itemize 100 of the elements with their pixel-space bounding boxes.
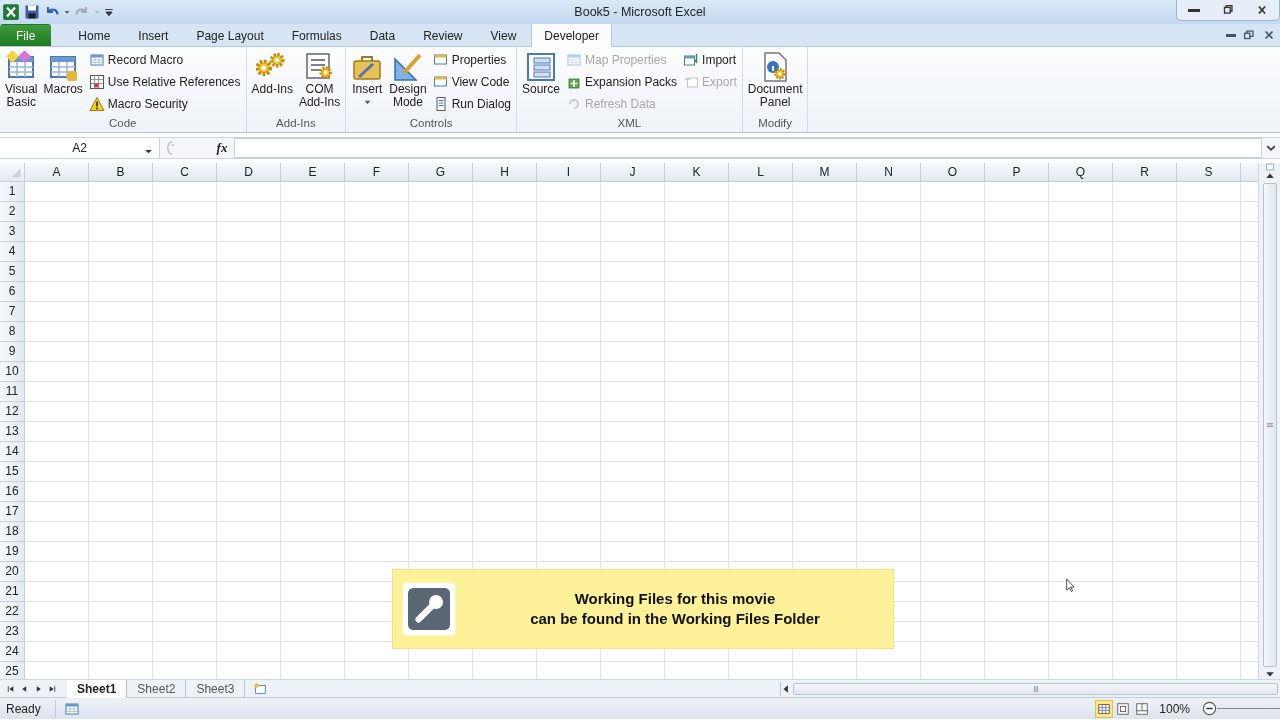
ribbon-button[interactable]: Use Relative References (86, 71, 243, 93)
column-header[interactable]: F (345, 163, 409, 181)
column-header[interactable]: C (153, 163, 217, 181)
column-header[interactable]: N (857, 163, 921, 181)
formula-input[interactable] (234, 138, 1262, 158)
window-icon (432, 52, 449, 68)
zoom-level[interactable]: 100% (1159, 699, 1190, 718)
ribbon-tab[interactable]: Review (410, 24, 476, 46)
column-header[interactable]: P (985, 163, 1049, 181)
row-header[interactable]: 1 (0, 182, 24, 202)
column-header[interactable]: L (729, 163, 793, 181)
row-header[interactable]: 13 (0, 422, 24, 442)
group-label: Code (108, 116, 138, 131)
ribbon-tab[interactable]: Home (65, 24, 124, 46)
ribbon-button[interactable]: Source (520, 49, 563, 116)
list-icon (525, 51, 557, 83)
row-header[interactable]: 19 (0, 542, 24, 562)
row-header[interactable]: 16 (0, 482, 24, 502)
row-header[interactable]: 12 (0, 402, 24, 422)
insert-function-button[interactable]: fx (210, 138, 234, 158)
row-header[interactable]: 15 (0, 462, 24, 482)
ribbon-tab[interactable]: View (477, 24, 530, 46)
spreadsheet-logo-icon (2, 3, 20, 21)
ribbon-button[interactable]: Properties (430, 49, 513, 71)
row-header[interactable]: 24 (0, 642, 24, 662)
expand-icon[interactable] (1266, 143, 1276, 153)
row-header[interactable]: 21 (0, 582, 24, 602)
row-header[interactable]: 10 (0, 362, 24, 382)
ribbon-button[interactable]: View Code (430, 71, 513, 93)
column-header[interactable]: Q (1049, 163, 1113, 181)
zoom-out-icon[interactable] (1202, 701, 1217, 716)
ribbon-tab[interactable]: Insert (125, 24, 182, 46)
ribbon-tab[interactable]: Page Layout (183, 24, 277, 46)
last-sheet-icon[interactable] (48, 683, 57, 694)
row-header[interactable]: 8 (0, 322, 24, 342)
ribbon-button[interactable]: COM Add-Ins (296, 49, 343, 116)
table-icon (88, 52, 105, 68)
new-sheet-icon[interactable] (253, 682, 268, 697)
row-header[interactable]: 18 (0, 522, 24, 542)
column-header[interactable]: K (665, 163, 729, 181)
row-header[interactable]: 17 (0, 502, 24, 522)
ribbon-button[interactable]: Macro Security (86, 93, 243, 115)
ribbon-tab[interactable]: Developer (531, 23, 612, 47)
ribbon-button[interactable]: Insert (349, 49, 386, 116)
record-macro-icon[interactable] (63, 701, 80, 718)
ribbon-button[interactable]: Document Panel (745, 49, 805, 116)
row-header[interactable]: 6 (0, 282, 24, 302)
first-sheet-icon[interactable] (6, 683, 15, 694)
column-header[interactable]: O (921, 163, 985, 181)
restore-icon[interactable] (1242, 28, 1256, 42)
column-header[interactable]: H (473, 163, 537, 181)
normal-view-button[interactable] (1095, 699, 1114, 718)
row-header[interactable]: 4 (0, 242, 24, 262)
ribbon-tab[interactable]: File (0, 24, 52, 46)
row-header[interactable]: 5 (0, 262, 24, 282)
column-header[interactable]: S (1177, 163, 1241, 181)
restore-icon (1221, 3, 1235, 17)
column-header[interactable]: B (89, 163, 153, 181)
ribbon-button[interactable]: Run Dialog (430, 93, 513, 115)
sheet-tab[interactable]: Sheet1 (67, 679, 128, 698)
minimize-icon[interactable] (1188, 8, 1200, 12)
ribbon-tab[interactable]: Data (356, 24, 409, 46)
minimize-icon[interactable] (1226, 33, 1236, 37)
row-header[interactable]: 9 (0, 342, 24, 362)
ribbon-button[interactable]: Macros (41, 49, 85, 116)
column-header[interactable]: J (601, 163, 665, 181)
ribbon-button[interactable]: Expansion Packs (564, 71, 680, 93)
name-box[interactable]: A2 (0, 138, 160, 158)
row-header[interactable]: 7 (0, 302, 24, 322)
column-header[interactable]: D (217, 163, 281, 181)
ribbon-button[interactable]: Import (681, 49, 739, 71)
grid-icon (88, 74, 105, 90)
row-header[interactable]: 3 (0, 222, 24, 242)
warning-icon (88, 96, 105, 112)
ribbon-button[interactable]: Design Mode (387, 49, 429, 116)
row-header[interactable]: 11 (0, 382, 24, 402)
column-header[interactable]: I (537, 163, 601, 181)
row-header[interactable]: 22 (0, 602, 24, 622)
window-icon (432, 74, 449, 90)
save-icon[interactable] (24, 4, 40, 20)
cell-grid[interactable] (25, 182, 1258, 679)
row-header[interactable]: 2 (0, 202, 24, 222)
grip-icon (1031, 684, 1040, 693)
row-header[interactable]: 23 (0, 622, 24, 642)
column-header[interactable]: G (409, 163, 473, 181)
row-header[interactable]: 20 (0, 562, 24, 582)
ribbon-tab[interactable]: Formulas (278, 24, 355, 46)
column-header[interactable]: E (281, 163, 345, 181)
ribbon-button[interactable]: Visual Basic (3, 49, 40, 116)
vertical-scrollbar[interactable] (1258, 163, 1280, 679)
column-header[interactable]: M (793, 163, 857, 181)
close-icon[interactable] (1262, 28, 1276, 42)
row-header[interactable]: 14 (0, 442, 24, 462)
ribbon-button[interactable]: Record Macro (86, 49, 243, 71)
group-label: Modify (757, 116, 794, 131)
up-arrow-icon (1264, 171, 1275, 181)
column-header[interactable]: R (1113, 163, 1177, 181)
ribbon-button[interactable]: Add-Ins (249, 49, 295, 116)
horizontal-scrollbar[interactable] (780, 681, 1280, 696)
column-header[interactable]: A (25, 163, 89, 181)
